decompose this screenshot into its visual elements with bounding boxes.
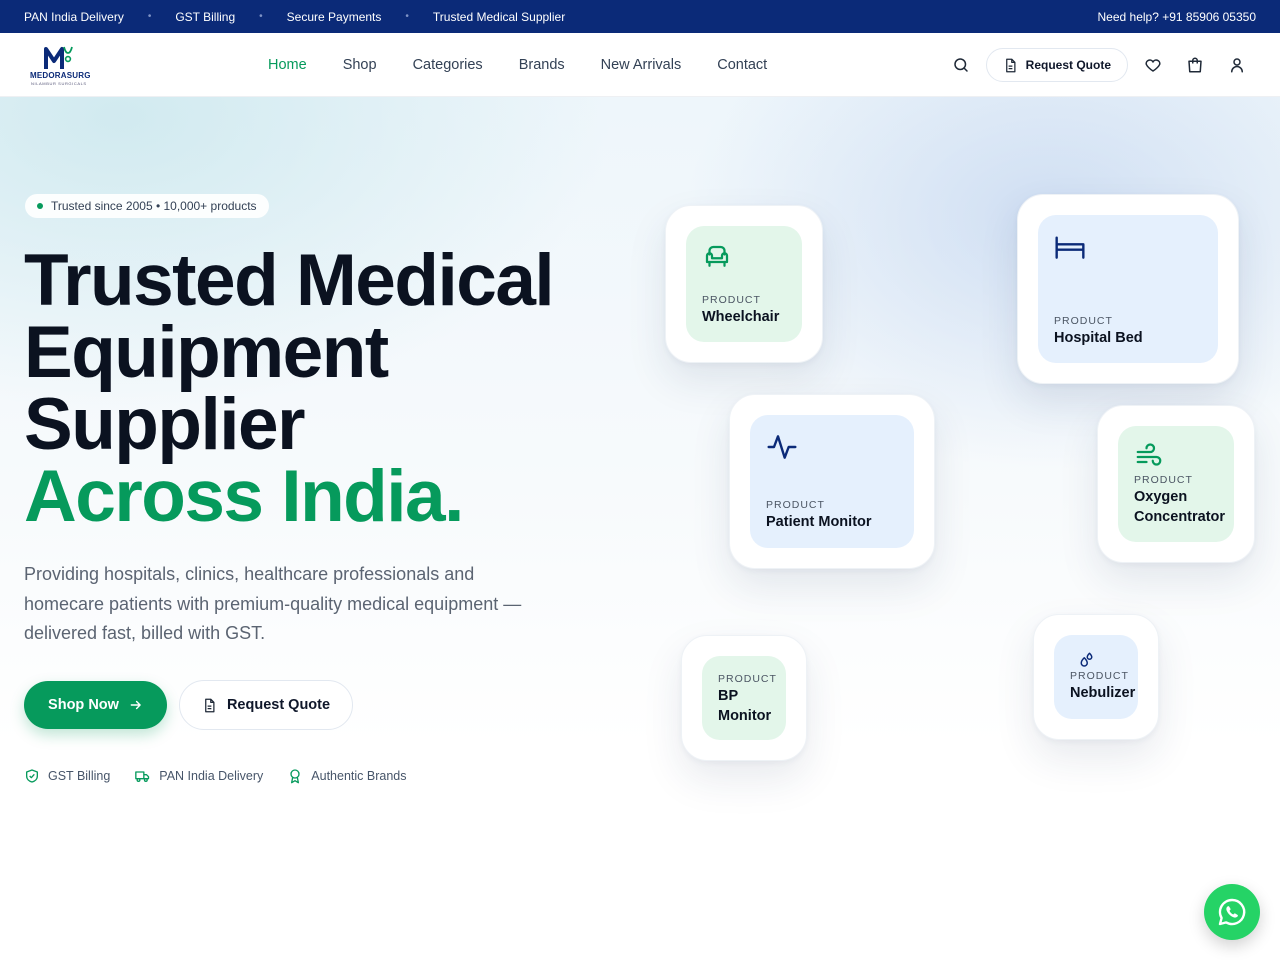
document-icon — [1005, 58, 1016, 72]
arrow-right-icon — [130, 700, 141, 710]
product-name: Wheelchair — [702, 309, 780, 325]
nav-contact[interactable]: Contact — [717, 57, 767, 73]
hero-title: Trusted Medical Equipment Supplier Acros… — [24, 240, 555, 537]
armchair-icon — [705, 245, 729, 267]
hero-title-accent: Across India. — [24, 456, 464, 537]
help-phone[interactable]: Need help? +91 85906 05350 — [1098, 10, 1256, 24]
account-button[interactable] — [1216, 44, 1258, 86]
trust-pill-text: Trusted since 2005 • 10,000+ products — [51, 199, 257, 213]
activity-icon — [767, 435, 797, 459]
badge-delivery-label: PAN India Delivery — [159, 769, 264, 783]
whatsapp-chat-button[interactable] — [1204, 884, 1260, 940]
hero-description: Providing hospitals, clinics, healthcare… — [24, 564, 522, 643]
product-label: PRODUCT — [702, 294, 761, 306]
product-label: PRODUCT — [766, 499, 825, 511]
main-nav: Home Shop Categories Brands New Arrivals… — [268, 33, 803, 97]
hero-request-quote-button[interactable]: Request Quote — [179, 680, 353, 730]
search-button[interactable] — [940, 44, 982, 86]
wind-icon — [1136, 443, 1162, 466]
product-card-oxygen-concentrator[interactable]: PRODUCT Oxygen Concentrator — [1097, 405, 1255, 563]
droplets-icon — [1080, 652, 1093, 667]
nav-brands[interactable]: Brands — [519, 57, 565, 73]
trust-pill: Trusted since 2005 • 10,000+ products — [25, 194, 269, 218]
site-header: MEDORASURG NILAMBUR SURGICALS Home Shop … — [0, 33, 1280, 97]
product-card-patient-monitor[interactable]: PRODUCT Patient Monitor — [729, 394, 935, 569]
brand-name-b: SURG — [66, 71, 91, 80]
hero-quote-label: Request Quote — [226, 697, 331, 713]
product-label: PRODUCT — [1070, 670, 1129, 682]
shop-now-label: Shop Now — [48, 697, 119, 713]
status-dot — [37, 203, 43, 209]
badge-authentic: Authentic Brands — [287, 768, 406, 784]
hero-title-line-3: Supplier — [24, 384, 306, 465]
topbar-item-trusted: Trusted Medical Supplier — [432, 9, 566, 24]
nav-shop[interactable]: Shop — [343, 57, 377, 73]
user-icon — [1231, 58, 1243, 73]
product-card-nebulizer[interactable]: PRODUCT Nebulizer — [1033, 614, 1159, 740]
header-actions: Request Quote — [940, 33, 1258, 97]
search-icon — [953, 58, 968, 72]
award-icon — [290, 769, 300, 784]
trust-badges: GST Billing PAN India Delivery Authentic… — [24, 768, 430, 784]
document-icon — [205, 698, 215, 712]
product-label: PRODUCT — [718, 673, 777, 685]
shield-check-icon — [26, 769, 38, 783]
nav-categories[interactable]: Categories — [413, 57, 483, 73]
product-name: Oxygen Concentrator — [1134, 489, 1226, 525]
nav-home[interactable]: Home — [268, 57, 307, 73]
product-card-bp-monitor[interactable]: PRODUCT BP Monitor — [681, 635, 807, 761]
product-label: PRODUCT — [1134, 474, 1193, 486]
bed-icon — [1055, 236, 1085, 259]
product-card-hospital-bed[interactable]: PRODUCT Hospital Bed — [1017, 194, 1239, 384]
heart-icon — [1145, 59, 1161, 72]
product-name: BP Monitor — [718, 688, 772, 724]
cart-button[interactable] — [1174, 44, 1216, 86]
topbar-item-payments: Secure Payments — [286, 9, 382, 24]
product-name: Hospital Bed — [1054, 330, 1143, 346]
product-name: Nebulizer — [1070, 685, 1136, 701]
logo-mark-icon — [44, 46, 73, 69]
brand-logo[interactable]: MEDORASURG NILAMBUR SURGICALS — [30, 45, 92, 87]
nav-new-arrivals[interactable]: New Arrivals — [601, 57, 682, 73]
product-label: PRODUCT — [1054, 315, 1113, 327]
wishlist-button[interactable] — [1132, 44, 1174, 86]
badge-authentic-label: Authentic Brands — [311, 769, 407, 783]
topbar-item-delivery: PAN India Delivery — [24, 9, 124, 24]
shopping-bag-icon — [1188, 57, 1202, 73]
header-request-quote-button[interactable]: Request Quote — [985, 48, 1128, 82]
top-announcement-bar: PAN India Delivery • GST Billing • Secur… — [0, 0, 1280, 33]
brand-name-a: MEDORA — [30, 71, 67, 80]
product-name: Patient Monitor — [766, 514, 872, 530]
whatsapp-icon — [1218, 898, 1246, 926]
header-quote-label: Request Quote — [1025, 58, 1111, 72]
topbar-item-gst: GST Billing — [175, 9, 236, 24]
hero-title-line-1: Trusted Medical — [24, 240, 555, 321]
product-card-wheelchair[interactable]: PRODUCT Wheelchair — [665, 205, 823, 363]
hero-section: Trusted since 2005 • 10,000+ products Tr… — [0, 97, 1280, 960]
shop-now-button[interactable]: Shop Now — [24, 681, 167, 729]
brand-tagline: NILAMBUR SURGICALS — [31, 81, 87, 86]
truck-icon — [135, 771, 150, 782]
badge-gst-label: GST Billing — [48, 769, 111, 783]
hero-title-line-2: Equipment — [24, 312, 389, 393]
badge-delivery: PAN India Delivery — [134, 768, 263, 784]
badge-gst: GST Billing — [24, 768, 110, 784]
